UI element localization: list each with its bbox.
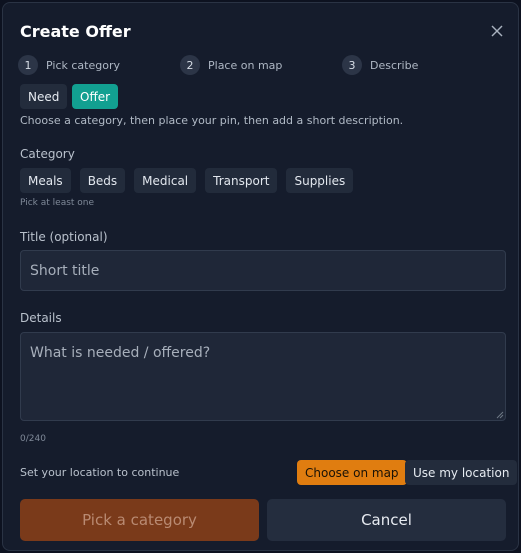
category-chip-transport[interactable]: Transport [205,168,278,193]
step-number: 2 [180,55,200,75]
step-number: 1 [18,55,38,75]
category-chip-medical[interactable]: Medical [134,168,197,193]
title-input[interactable] [20,250,506,291]
use-my-location-button[interactable]: Use my location [405,460,518,485]
cancel-button[interactable]: Cancel [267,499,506,541]
category-chip-meals[interactable]: Meals [20,168,71,193]
choose-on-map-button[interactable]: Choose on map [297,460,407,485]
step-label: Pick category [46,58,120,72]
title-field-label: Title (optional) [20,230,108,244]
resize-handle-icon[interactable] [496,411,504,419]
step-label: Place on map [208,58,283,72]
location-prompt: Set your location to continue [20,466,180,479]
details-textarea[interactable] [20,332,506,421]
category-chips: Meals Beds Medical Transport Supplies [20,168,354,193]
offer-toggle-button[interactable]: Offer [72,84,119,109]
details-field-label: Details [20,311,62,325]
category-chip-supplies[interactable]: Supplies [286,168,354,193]
need-toggle-button[interactable]: Need [20,84,68,109]
step-label: Describe [370,58,419,72]
step-number: 3 [342,55,362,75]
category-label: Category [20,147,75,161]
step-describe: 3 Describe [342,55,418,75]
step-pick-category: 1 Pick category [18,55,120,75]
create-offer-dialog: Create Offer 1 Pick category 2 Place on … [2,2,519,551]
character-counter: 0/240 [20,434,46,444]
category-hint: Pick at least one [20,198,95,208]
instruction-text: Choose a category, then place your pin, … [20,114,404,127]
category-chip-beds[interactable]: Beds [79,168,126,193]
step-place-on-map: 2 Place on map [180,55,282,75]
close-icon[interactable] [489,23,505,39]
dialog-title: Create Offer [20,22,131,41]
submit-button[interactable]: Pick a category [20,499,259,541]
